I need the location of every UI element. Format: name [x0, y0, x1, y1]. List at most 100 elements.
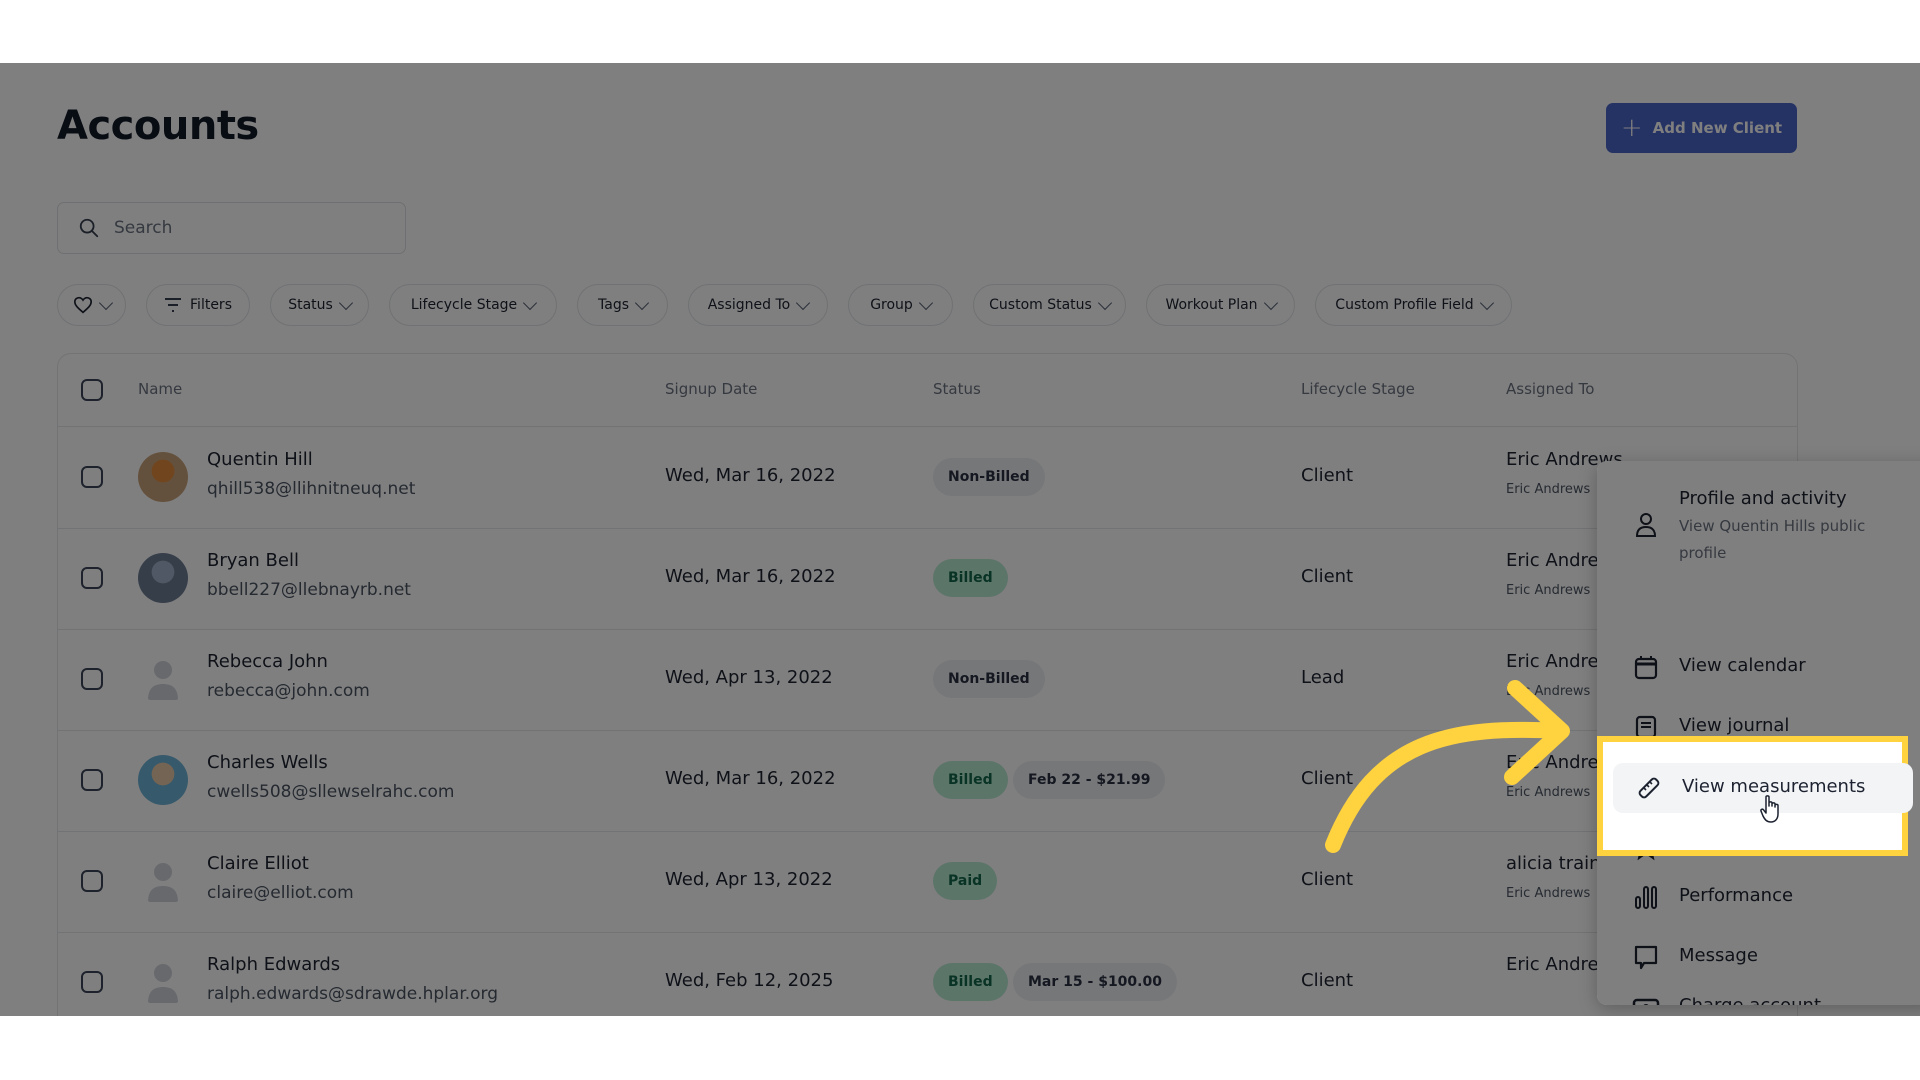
add-new-client-button[interactable]: + Add New Client [1606, 103, 1797, 153]
assigned-to-secondary: Eric Andrews [1506, 482, 1591, 497]
signup-date: Wed, Apr 13, 2022 [665, 667, 833, 688]
table-row[interactable]: Claire Elliot claire@elliot.com Wed, Apr… [58, 831, 1797, 933]
menu-dim-overlay [1597, 461, 1920, 1005]
assigned-to-secondary: Eric Andrews [1506, 886, 1591, 901]
accounts-page: Accounts + Add New Client Filters Status… [0, 63, 1920, 1016]
ruler-icon [1638, 777, 1660, 799]
lifecycle-stage: Client [1301, 768, 1354, 789]
assigned-to-secondary: Eric Andrews [1506, 684, 1591, 699]
row-checkbox[interactable] [81, 668, 103, 690]
table-row[interactable]: Ralph Edwards ralph.edwards@sdrawde.hpla… [58, 932, 1797, 1016]
signup-date: Wed, Apr 13, 2022 [665, 869, 833, 890]
table-row[interactable]: Bryan Bell bbell227@llebnayrb.net Wed, M… [58, 528, 1797, 630]
lifecycle-stage-filter-label: Lifecycle Stage [410, 297, 518, 313]
assigned-to-filter[interactable]: Assigned To [688, 284, 828, 326]
row-checkbox[interactable] [81, 567, 103, 589]
lifecycle-stage-filter[interactable]: Lifecycle Stage [389, 284, 557, 326]
client-name[interactable]: Charles Wells [207, 752, 328, 773]
filter-icon [165, 298, 182, 312]
signup-date: Wed, Mar 16, 2022 [665, 465, 836, 486]
table-header: Name Signup Date Status Lifecycle Stage … [58, 354, 1797, 427]
client-name[interactable]: Claire Elliot [207, 853, 309, 874]
client-name[interactable]: Ralph Edwards [207, 954, 340, 975]
group-filter-label: Group [870, 297, 913, 313]
client-name[interactable]: Quentin Hill [207, 449, 313, 470]
table-row[interactable]: Rebecca John rebecca@john.com Wed, Apr 1… [58, 629, 1797, 731]
add-new-client-label: Add New Client [1652, 119, 1783, 137]
table-row[interactable]: Charles Wells cwells508@sllewselrahc.com… [58, 730, 1797, 832]
assigned-to-secondary: Eric Andrews [1506, 785, 1591, 800]
row-checkbox[interactable] [81, 971, 103, 993]
status-badge: Non-Billed [933, 660, 1045, 698]
tags-filter-label: Tags [598, 297, 629, 313]
accounts-table: Name Signup Date Status Lifecycle Stage … [57, 353, 1798, 1016]
row-checkbox[interactable] [81, 466, 103, 488]
chevron-down-icon [338, 295, 353, 310]
custom-profile-field-filter[interactable]: Custom Profile Field [1315, 284, 1512, 326]
group-filter[interactable]: Group [848, 284, 953, 326]
column-header-status[interactable]: Status [933, 380, 981, 398]
client-email: bbell227@llebnayrb.net [207, 580, 411, 600]
search-icon [79, 218, 99, 238]
chevron-down-icon [523, 295, 538, 310]
search-input[interactable] [112, 217, 376, 239]
status-badge: Billed [933, 963, 1008, 1001]
lifecycle-stage: Lead [1301, 667, 1345, 688]
avatar [138, 553, 188, 603]
avatar-placeholder-icon [148, 661, 178, 700]
column-header-assigned-to[interactable]: Assigned To [1506, 380, 1594, 398]
menu-item-view-measurements[interactable]: View measurements [1613, 763, 1913, 823]
client-email: ralph.edwards@sdrawde.hplar.org [207, 984, 499, 1004]
chevron-down-icon [796, 295, 811, 310]
chevron-down-icon [98, 295, 113, 310]
status-filter-label: Status [288, 297, 333, 313]
column-header-signup-date[interactable]: Signup Date [665, 380, 757, 398]
avatar [138, 452, 188, 502]
chevron-down-icon [1263, 295, 1278, 310]
chevron-down-icon [634, 295, 650, 310]
row-checkbox[interactable] [81, 769, 103, 791]
heart-icon [73, 296, 92, 314]
table-row[interactable]: Quentin Hill qhill538@llihnitneuq.net We… [58, 427, 1797, 529]
assigned-to-filter-label: Assigned To [707, 297, 791, 313]
favorites-filter[interactable] [57, 284, 126, 326]
workout-plan-filter-label: Workout Plan [1165, 297, 1258, 313]
row-actions-menu: Profile and activity View Quentin Hills … [1597, 461, 1920, 1005]
lifecycle-stage: Client [1301, 465, 1354, 486]
chevron-down-icon [1479, 295, 1494, 310]
plus-icon: + [1620, 113, 1643, 143]
client-name[interactable]: Rebecca John [207, 651, 328, 672]
client-email: rebecca@john.com [207, 681, 370, 701]
signup-date: Wed, Mar 16, 2022 [665, 768, 836, 789]
column-header-name[interactable]: Name [138, 380, 182, 398]
column-header-lifecycle-stage[interactable]: Lifecycle Stage [1301, 380, 1415, 398]
status-filter[interactable]: Status [270, 284, 369, 326]
billing-badge: Feb 22 - $21.99 [1013, 761, 1166, 799]
custom-profile-field-filter-label: Custom Profile Field [1335, 297, 1474, 313]
billing-badge: Mar 15 - $100.00 [1013, 963, 1177, 1001]
page-title: Accounts [57, 103, 259, 149]
avatar [138, 755, 188, 805]
signup-date: Wed, Feb 12, 2025 [665, 970, 834, 991]
filters-button[interactable]: Filters [146, 284, 250, 326]
select-all-checkbox[interactable] [81, 379, 103, 401]
client-name[interactable]: Bryan Bell [207, 550, 299, 571]
client-email: claire@elliot.com [207, 883, 354, 903]
signup-date: Wed, Mar 16, 2022 [665, 566, 836, 587]
client-email: cwells508@sllewselrahc.com [207, 782, 455, 802]
search-box[interactable] [57, 202, 406, 254]
lifecycle-stage: Client [1301, 869, 1354, 890]
avatar-placeholder-icon [148, 863, 178, 902]
workout-plan-filter[interactable]: Workout Plan [1146, 284, 1295, 326]
lifecycle-stage: Client [1301, 970, 1354, 991]
custom-status-filter[interactable]: Custom Status [973, 284, 1126, 326]
tags-filter[interactable]: Tags [577, 284, 668, 326]
status-badge: Non-Billed [933, 458, 1045, 496]
assigned-to-secondary: Eric Andrews [1506, 583, 1591, 598]
chevron-down-icon [918, 295, 933, 310]
filters-label: Filters [190, 297, 232, 313]
hand-cursor-icon [1760, 795, 1779, 823]
lifecycle-stage: Client [1301, 566, 1354, 587]
highlight-box: View measurements [1597, 736, 1913, 856]
row-checkbox[interactable] [81, 870, 103, 892]
